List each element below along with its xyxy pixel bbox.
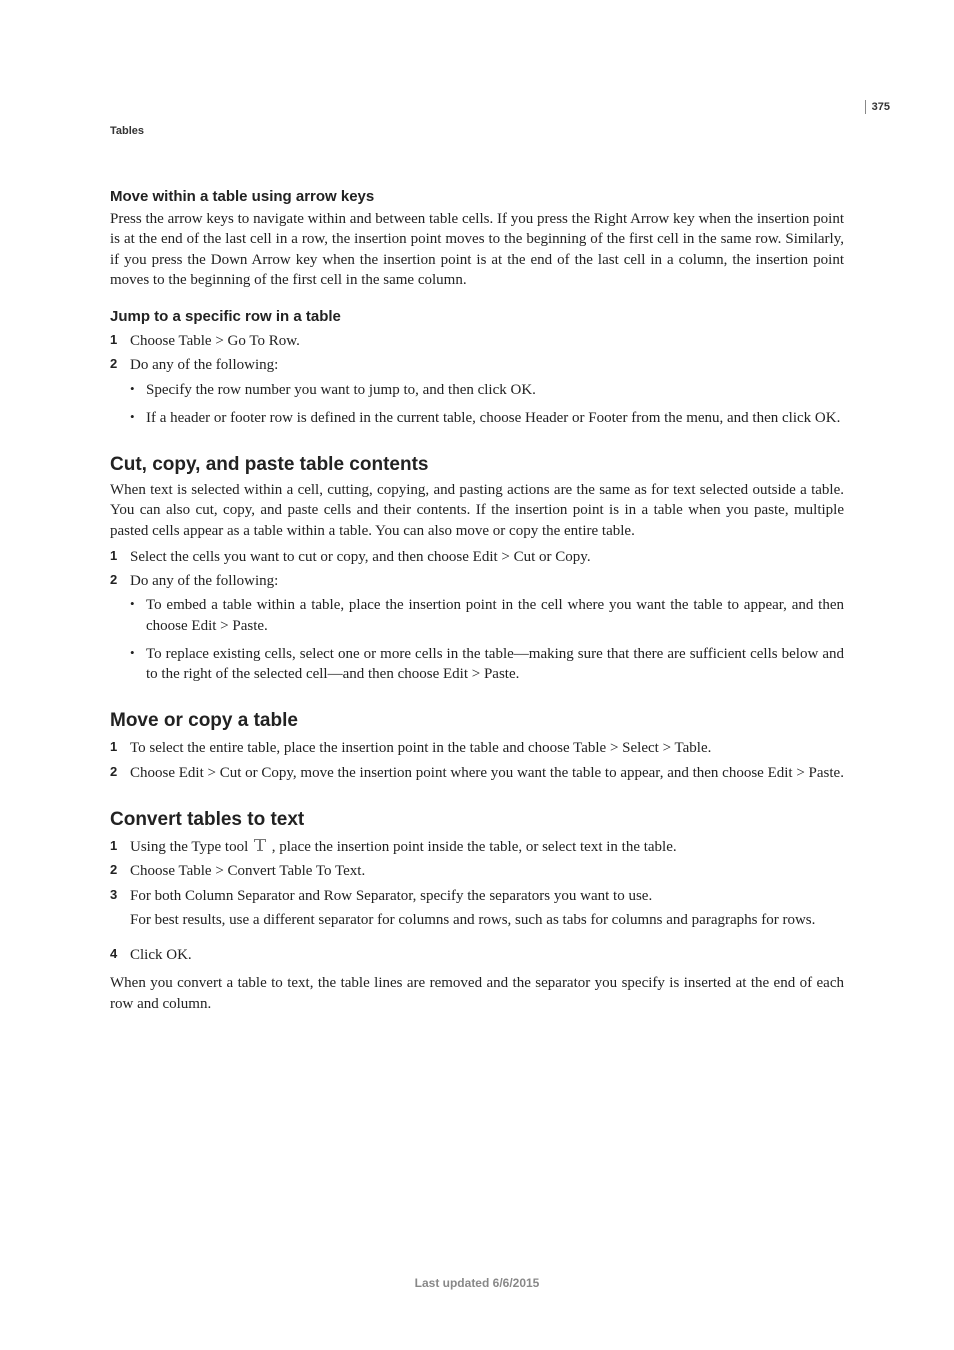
- step3-note: For best results, use a different separa…: [130, 910, 844, 930]
- step-number: 1: [110, 547, 130, 567]
- step-number: 2: [110, 763, 130, 783]
- step-text: Using the Type tool , place the insertio…: [130, 837, 844, 858]
- steps-move-copy-table: 1 To select the entire table, place the …: [110, 738, 844, 783]
- step-text: Select the cells you want to cut or copy…: [130, 547, 844, 567]
- step-text: Click OK.: [130, 945, 844, 965]
- page-content: Move within a table using arrow keys Pre…: [0, 0, 954, 1014]
- list-item: To embed a table within a table, place t…: [130, 595, 844, 636]
- type-tool-icon: [252, 837, 268, 857]
- steps-cut-copy: 1 Select the cells you want to cut or co…: [110, 547, 844, 592]
- bullet-text: If a header or footer row is defined in …: [146, 408, 840, 428]
- heading-move-copy-table: Move or copy a table: [110, 710, 844, 732]
- steps-convert-cont: 4 Click OK.: [110, 945, 844, 965]
- bullets-jump-row: Specify the row number you want to jump …: [110, 380, 844, 429]
- step-text: Do any of the following:: [130, 571, 844, 591]
- step-number: 1: [110, 738, 130, 758]
- list-item: 1 Select the cells you want to cut or co…: [110, 547, 844, 567]
- step1-pre: Using the Type tool: [130, 839, 252, 855]
- list-item: 3 For both Column Separator and Row Sepa…: [110, 886, 844, 906]
- footer-updated: Last updated 6/6/2015: [0, 1276, 954, 1290]
- page-number: 375: [865, 100, 890, 114]
- list-item: If a header or footer row is defined in …: [130, 408, 844, 428]
- heading-jump-row: Jump to a specific row in a table: [110, 308, 844, 325]
- body-cut-copy: When text is selected within a cell, cut…: [110, 480, 844, 541]
- step1-post: , place the insertion point inside the t…: [272, 839, 677, 855]
- list-item: Specify the row number you want to jump …: [130, 380, 844, 400]
- step-number: 1: [110, 837, 130, 858]
- step-text: Choose Edit > Cut or Copy, move the inse…: [130, 763, 844, 783]
- list-item: To replace existing cells, select one or…: [130, 644, 844, 685]
- body-move-arrow: Press the arrow keys to navigate within …: [110, 209, 844, 290]
- section-label: Tables: [110, 125, 144, 137]
- list-item: 1 Using the Type tool , place the insert…: [110, 837, 844, 858]
- step-number: 3: [110, 886, 130, 906]
- step-number: 4: [110, 945, 130, 965]
- bullet-text: Specify the row number you want to jump …: [146, 380, 536, 400]
- list-item: 2 Choose Edit > Cut or Copy, move the in…: [110, 763, 844, 783]
- step-text: To select the entire table, place the in…: [130, 738, 844, 758]
- step-number: 2: [110, 571, 130, 591]
- list-item: 2 Choose Table > Convert Table To Text.: [110, 861, 844, 881]
- list-item: 2 Do any of the following:: [110, 571, 844, 591]
- bullet-text: To embed a table within a table, place t…: [146, 595, 844, 636]
- list-item: 4 Click OK.: [110, 945, 844, 965]
- heading-convert: Convert tables to text: [110, 809, 844, 831]
- list-item: 1 To select the entire table, place the …: [110, 738, 844, 758]
- heading-cut-copy: Cut, copy, and paste table contents: [110, 454, 844, 476]
- step-text: Choose Table > Convert Table To Text.: [130, 861, 844, 881]
- bullets-cut-copy: To embed a table within a table, place t…: [110, 595, 844, 684]
- bullet-text: To replace existing cells, select one or…: [146, 644, 844, 685]
- list-item: 1 Choose Table > Go To Row.: [110, 331, 844, 351]
- step-number: 1: [110, 331, 130, 351]
- steps-convert: 1 Using the Type tool , place the insert…: [110, 837, 844, 906]
- list-item: 2 Do any of the following:: [110, 355, 844, 375]
- step-text: For both Column Separator and Row Separa…: [130, 886, 844, 906]
- step-text: Choose Table > Go To Row.: [130, 331, 844, 351]
- heading-move-arrow: Move within a table using arrow keys: [110, 188, 844, 205]
- step-number: 2: [110, 355, 130, 375]
- step-number: 2: [110, 861, 130, 881]
- step-text: Do any of the following:: [130, 355, 844, 375]
- convert-closing: When you convert a table to text, the ta…: [110, 973, 844, 1014]
- steps-jump-row: 1 Choose Table > Go To Row. 2 Do any of …: [110, 331, 844, 376]
